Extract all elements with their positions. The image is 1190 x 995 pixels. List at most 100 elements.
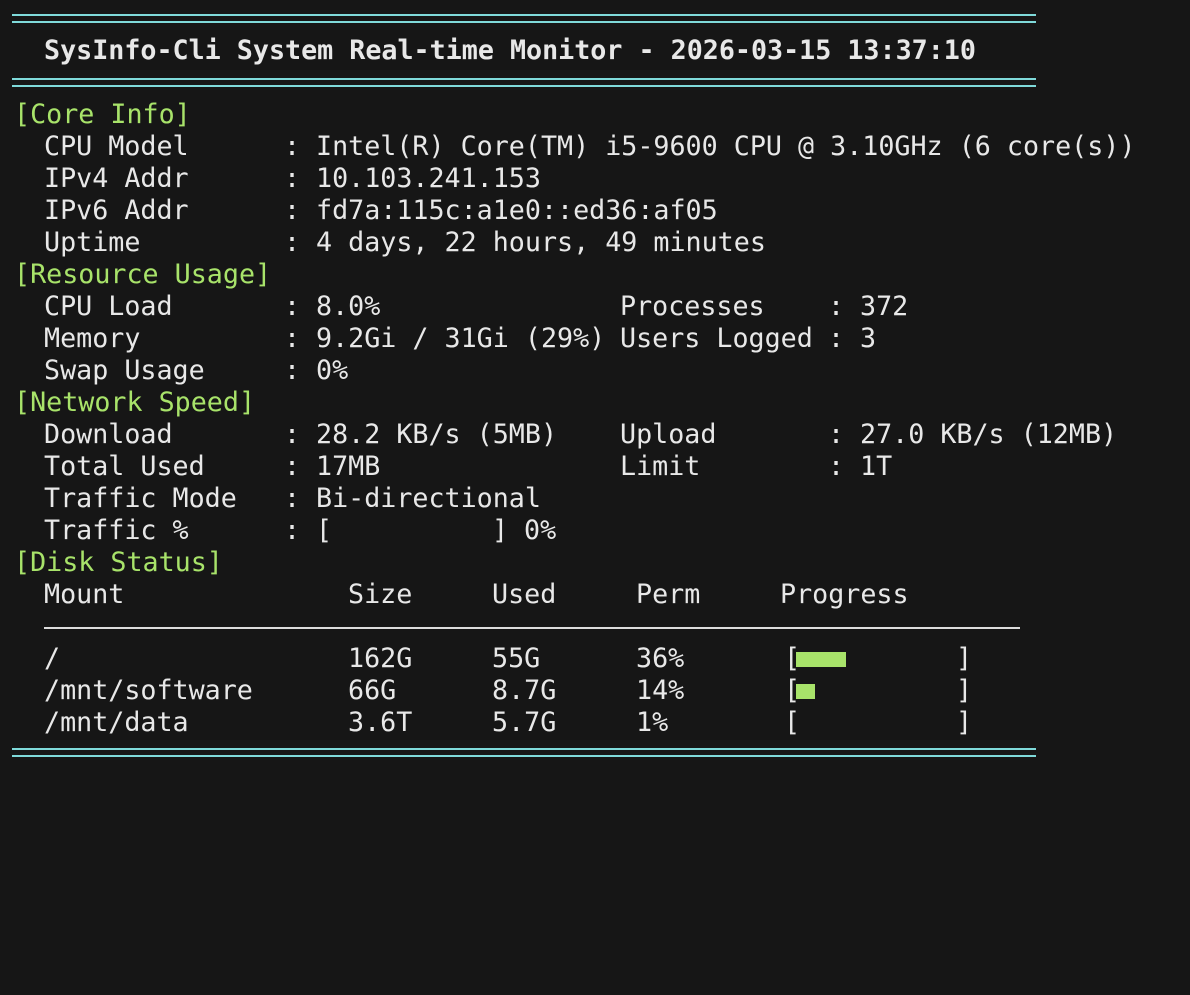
traffic-percent-label: Traffic %: [44, 515, 189, 546]
total-used-label: Total Used: [44, 451, 205, 482]
uptime-row: Uptime : 4 days, 22 hours, 49 minutes: [0, 227, 766, 259]
uptime-label: Uptime: [44, 227, 141, 258]
disk-used: 5.7G: [492, 707, 557, 738]
memory-row: Memory : 9.2Gi / 31Gi (29%) Users Logged…: [0, 323, 876, 355]
table-row: /mnt/software 66G 8.7G 14% [ ]: [0, 675, 972, 707]
ipv4-label: IPv4 Addr: [44, 163, 189, 194]
disk-mount: /: [44, 643, 61, 674]
separator: :: [828, 291, 845, 322]
title-text: SysInfo-Cli System Real-time Monitor - 2…: [44, 35, 976, 66]
disk-mount: /mnt/software: [44, 675, 253, 706]
uptime-value: 4 days, 22 hours, 49 minutes: [316, 227, 766, 258]
separator: :: [284, 323, 301, 354]
separator: :: [284, 291, 301, 322]
disk-used: 8.7G: [492, 675, 557, 706]
core-info-heading-text: [Core Info]: [14, 99, 191, 130]
cpu-model-row: CPU Model : Intel(R) Core(TM) i5-9600 CP…: [0, 131, 1135, 163]
traffic-mode-row: Traffic Mode : Bi-directional: [0, 483, 541, 515]
disk-bar-close: ]: [956, 643, 973, 674]
top-double-rule: [12, 14, 1036, 23]
disk-used: 55G: [492, 643, 541, 674]
monitor-title: SysInfo-Cli System Real-time Monitor - 2…: [0, 35, 976, 67]
disk-table-divider: [44, 627, 1020, 629]
disk-table-header: Mount Size Used Perm Progress: [0, 579, 909, 611]
traffic-mode-label: Traffic Mode: [44, 483, 237, 514]
limit-label: Limit: [620, 451, 701, 482]
cpu-load-label: CPU Load: [44, 291, 173, 322]
bottom-double-rule: [12, 748, 1036, 757]
separator: :: [284, 483, 301, 514]
resource-usage-heading-text: [Resource Usage]: [14, 259, 272, 290]
limit-value: 1T: [860, 451, 893, 482]
memory-label: Memory: [44, 323, 141, 354]
column-header-mount: Mount: [44, 579, 125, 610]
cpu-model-label: CPU Model: [44, 131, 189, 162]
processes-label: Processes: [620, 291, 765, 322]
separator: :: [828, 451, 845, 482]
traffic-mode-value: Bi-directional: [316, 483, 541, 514]
separator: :: [284, 515, 301, 546]
disk-status-heading: [Disk Status]: [0, 547, 223, 579]
column-header-size: Size: [348, 579, 413, 610]
separator: :: [828, 419, 845, 450]
resource-usage-heading: [Resource Usage]: [0, 259, 271, 291]
disk-progress-bar: [796, 716, 956, 731]
traffic-percent-value: 0%: [524, 515, 557, 546]
traffic-progress-bar: [332, 524, 492, 539]
traffic-percent-row: Traffic % : [ ] 0%: [0, 515, 556, 547]
column-header-progress: Progress: [780, 579, 909, 610]
separator: :: [284, 355, 301, 386]
table-row: / 162G 55G 36% [ ]: [0, 643, 972, 675]
upload-label: Upload: [620, 419, 717, 450]
separator: :: [284, 131, 301, 162]
disk-perm: 14%: [636, 675, 685, 706]
column-header-used: Used: [492, 579, 557, 610]
title-double-rule: [12, 78, 1036, 87]
upload-value: 27.0 KB/s (12MB): [860, 419, 1118, 450]
disk-progress-fill: [796, 684, 815, 699]
disk-size: 162G: [348, 643, 413, 674]
swap-label: Swap Usage: [44, 355, 205, 386]
separator: :: [284, 163, 301, 194]
table-row: /mnt/data 3.6T 5.7G 1% [ ]: [0, 707, 972, 739]
swap-row: Swap Usage : 0%: [0, 355, 348, 387]
ipv4-value: 10.103.241.153: [316, 163, 541, 194]
total-used-value: 17MB: [316, 451, 381, 482]
disk-size: 3.6T: [348, 707, 413, 738]
disk-progress-fill: [796, 652, 846, 667]
core-info-heading: [Core Info]: [0, 99, 191, 131]
processes-value: 372: [860, 291, 909, 322]
terminal-window: SysInfo-Cli System Real-time Monitor - 2…: [0, 0, 1190, 836]
ipv6-value: fd7a:115c:a1e0::ed36:af05: [316, 195, 718, 226]
disk-bar-close: ]: [956, 675, 973, 706]
cpu-load-row: CPU Load : 8.0% Processes : 372: [0, 291, 908, 323]
column-header-perm: Perm: [636, 579, 701, 610]
ipv6-label: IPv6 Addr: [44, 195, 189, 226]
disk-perm: 1%: [636, 707, 669, 738]
disk-status-heading-text: [Disk Status]: [14, 547, 223, 578]
ipv6-row: IPv6 Addr : fd7a:115c:a1e0::ed36:af05: [0, 195, 718, 227]
separator: :: [284, 227, 301, 258]
separator: :: [284, 195, 301, 226]
cpu-model-value: Intel(R) Core(TM) i5-9600 CPU @ 3.10GHz …: [316, 131, 1136, 162]
network-speed-heading: [Network Speed]: [0, 387, 255, 419]
swap-value: 0%: [316, 355, 349, 386]
disk-progress-bar: [796, 684, 956, 699]
ipv4-row: IPv4 Addr : 10.103.241.153: [0, 163, 541, 195]
separator: :: [828, 323, 845, 354]
memory-value: 9.2Gi / 31Gi (29%): [316, 323, 606, 354]
download-row: Download : 28.2 KB/s (5MB) Upload : 27.0…: [0, 419, 1117, 451]
disk-mount: /mnt/data: [44, 707, 189, 738]
download-label: Download: [44, 419, 173, 450]
download-value: 28.2 KB/s (5MB): [316, 419, 558, 450]
separator: :: [284, 419, 301, 450]
users-logged-label: Users Logged: [620, 323, 813, 354]
traffic-bar-close: ]: [492, 515, 509, 546]
cpu-load-value: 8.0%: [316, 291, 381, 322]
network-speed-heading-text: [Network Speed]: [14, 387, 256, 418]
separator: :: [284, 451, 301, 482]
disk-progress-bar: [796, 652, 956, 667]
total-used-row: Total Used : 17MB Limit : 1T: [0, 451, 892, 483]
traffic-bar-open: [: [316, 515, 333, 546]
users-logged-value: 3: [860, 323, 877, 354]
